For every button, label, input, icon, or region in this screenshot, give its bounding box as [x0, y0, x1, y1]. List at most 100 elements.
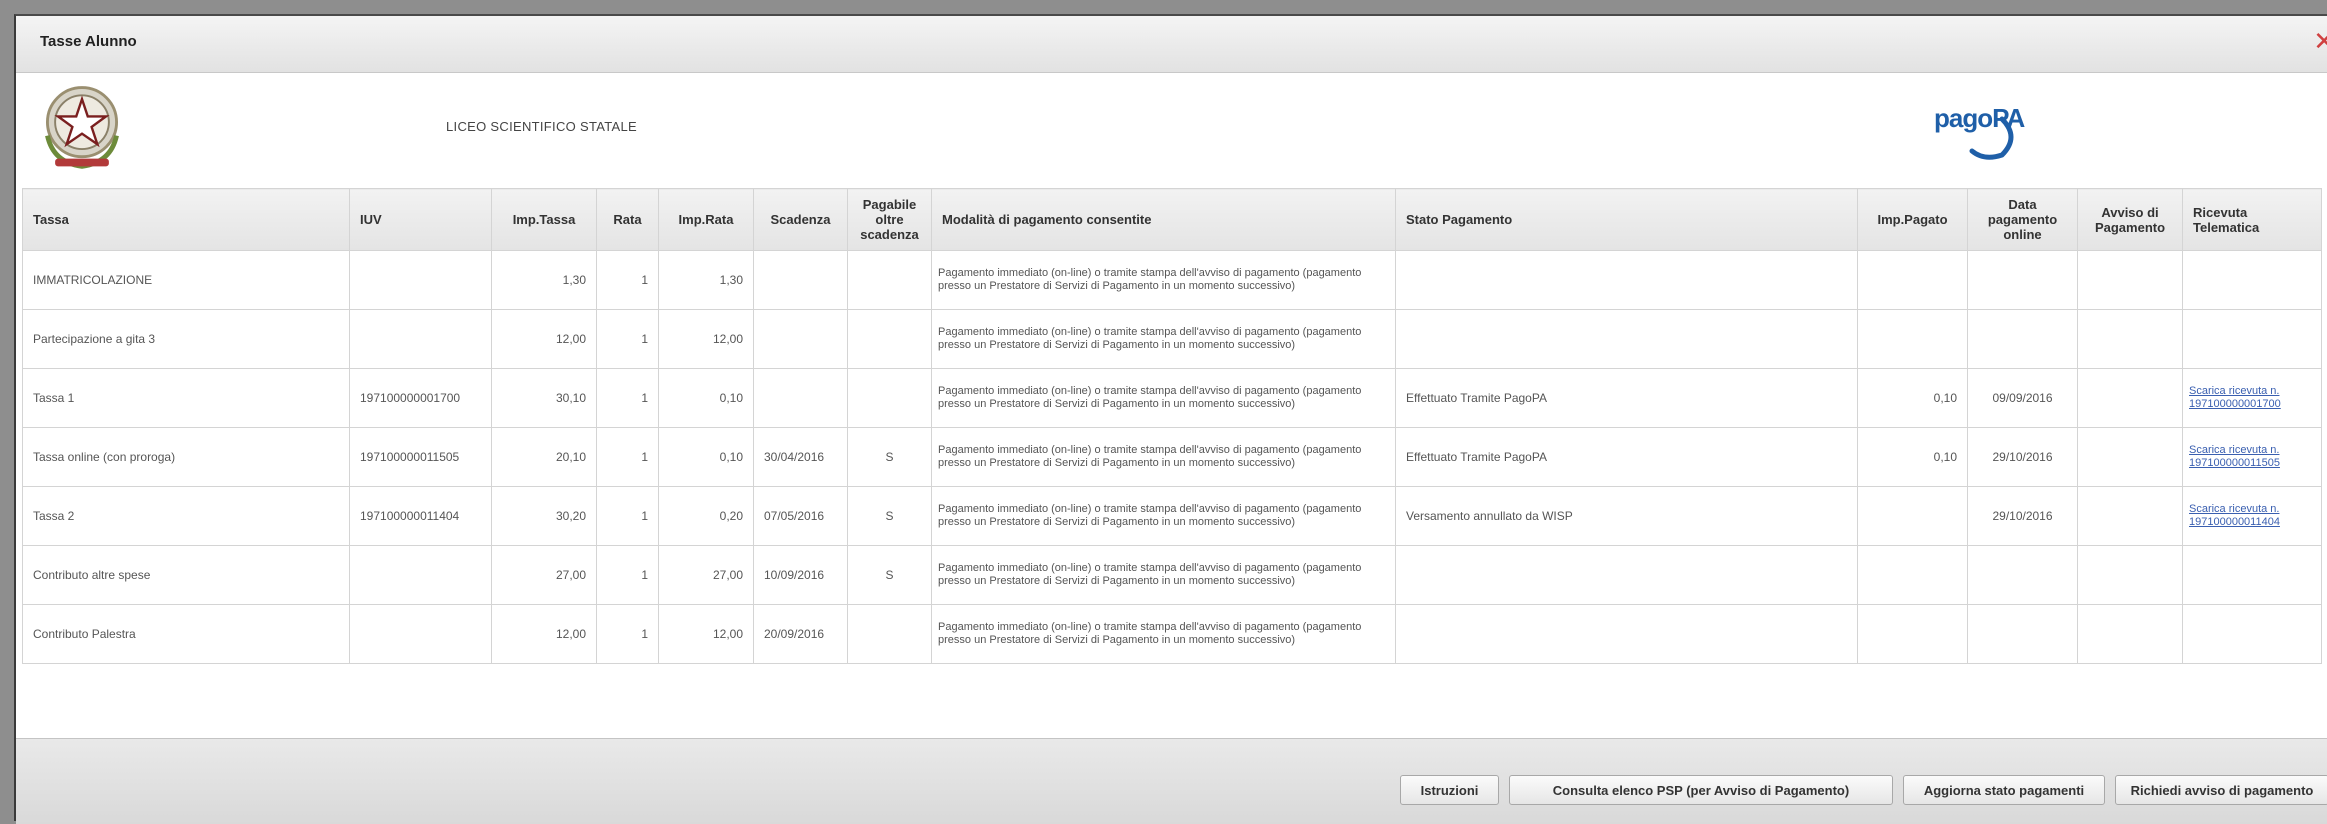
cell-avviso — [2077, 486, 2183, 546]
cell-avviso — [2077, 427, 2183, 487]
cell-rata: 1 — [596, 309, 659, 369]
cell-tassa: Tassa 2 — [22, 486, 350, 546]
cell-data-pagamento — [1967, 309, 2078, 369]
cell-stato: Versamento annullato da WISP — [1395, 486, 1858, 546]
column-header-scadenza[interactable]: Scadenza — [753, 188, 848, 251]
column-header-imp-rata[interactable]: Imp.Rata — [658, 188, 754, 251]
column-header-pagabile-oltre-scadenza[interactable]: Pagabile oltre scadenza — [847, 188, 932, 251]
cell-modalita: Pagamento immediato (on-line) o tramite … — [931, 368, 1396, 428]
cell-oltre-scadenza — [847, 250, 932, 310]
cell-imp-rata: 27,00 — [658, 545, 754, 605]
column-header-data-pagamento[interactable]: Data pagamento online — [1967, 188, 2078, 251]
consulta-elenco-psp-button[interactable]: Consulta elenco PSP (per Avviso di Pagam… — [1509, 775, 1893, 805]
cell-avviso — [2077, 545, 2183, 605]
column-header-iuv[interactable]: IUV — [349, 188, 492, 251]
cell-data-pagamento — [1967, 250, 2078, 310]
cell-avviso — [2077, 250, 2183, 310]
column-header-imp-tassa[interactable]: Imp.Tassa — [491, 188, 597, 251]
close-icon[interactable]: ✕ — [2313, 28, 2327, 54]
table-row[interactable]: Partecipazione a gita 3 12,00 1 12,00 Pa… — [22, 309, 2322, 369]
cell-scadenza — [753, 250, 848, 310]
cell-stato — [1395, 604, 1858, 664]
ricevuta-link[interactable]: Scarica ricevuta n. 197100000001700 — [2182, 368, 2322, 428]
cell-imp-pagato — [1857, 604, 1968, 664]
cell-modalita: Pagamento immediato (on-line) o tramite … — [931, 250, 1396, 310]
dialog-header: LICEO SCIENTIFICO STATALE pagoPA — [16, 72, 2327, 188]
cell-ricevuta — [2182, 309, 2322, 369]
cell-oltre-scadenza — [847, 368, 932, 428]
cell-modalita: Pagamento immediato (on-line) o tramite … — [931, 427, 1396, 487]
cell-oltre-scadenza: S — [847, 486, 932, 546]
cell-ricevuta — [2182, 250, 2322, 310]
pagopa-swoosh-icon — [1969, 116, 2014, 160]
cell-imp-tassa: 12,00 — [491, 309, 597, 369]
cell-tassa: Partecipazione a gita 3 — [22, 309, 350, 369]
cell-imp-pagato: 0,10 — [1857, 427, 1968, 487]
cell-imp-rata: 0,20 — [658, 486, 754, 546]
cell-iuv — [349, 250, 492, 310]
table-header-row: Tassa IUV Imp.Tassa Rata Imp.Rata Scaden… — [22, 188, 2322, 251]
cell-modalita: Pagamento immediato (on-line) o tramite … — [931, 309, 1396, 369]
cell-rata: 1 — [596, 250, 659, 310]
school-name: LICEO SCIENTIFICO STATALE — [446, 119, 637, 134]
column-header-imp-pagato[interactable]: Imp.Pagato — [1857, 188, 1968, 251]
table-row[interactable]: Contributo Palestra 12,00 1 12,00 20/09/… — [22, 604, 2322, 664]
richiedi-avviso-pagamento-button[interactable]: Richiedi avviso di pagamento — [2115, 775, 2327, 805]
column-header-ricevuta[interactable]: Ricevuta Telematica — [2182, 188, 2322, 251]
cell-imp-tassa: 30,20 — [491, 486, 597, 546]
cell-stato — [1395, 250, 1858, 310]
cell-modalita: Pagamento immediato (on-line) o tramite … — [931, 545, 1396, 605]
cell-stato — [1395, 545, 1858, 605]
cell-oltre-scadenza — [847, 309, 932, 369]
ricevuta-link[interactable]: Scarica ricevuta n. 197100000011404 — [2182, 486, 2322, 546]
cell-data-pagamento — [1967, 545, 2078, 605]
cell-imp-tassa: 20,10 — [491, 427, 597, 487]
cell-oltre-scadenza — [847, 604, 932, 664]
cell-imp-pagato: 0,10 — [1857, 368, 1968, 428]
table-row[interactable]: Tassa 1 197100000001700 30,10 1 0,10 Pag… — [22, 368, 2322, 428]
cell-imp-rata: 12,00 — [658, 604, 754, 664]
cell-imp-rata: 0,10 — [658, 368, 754, 428]
tasse-table-container: Tassa IUV Imp.Tassa Rata Imp.Rata Scaden… — [22, 188, 2327, 664]
cell-stato — [1395, 309, 1858, 369]
cell-scadenza: 30/04/2016 — [753, 427, 848, 487]
cell-scadenza: 07/05/2016 — [753, 486, 848, 546]
table-row[interactable]: Tassa online (con proroga) 1971000000115… — [22, 427, 2322, 487]
aggiorna-stato-pagamenti-button[interactable]: Aggiorna stato pagamenti — [1903, 775, 2105, 805]
column-header-avviso[interactable]: Avviso di Pagamento — [2077, 188, 2183, 251]
cell-iuv: 197100000011505 — [349, 427, 492, 487]
pagopa-logo: pagoPA — [1934, 97, 2034, 161]
column-header-stato-pagamento[interactable]: Stato Pagamento — [1395, 188, 1858, 251]
cell-oltre-scadenza: S — [847, 545, 932, 605]
cell-data-pagamento: 29/10/2016 — [1967, 486, 2078, 546]
cell-data-pagamento — [1967, 604, 2078, 664]
table-row[interactable]: Tassa 2 197100000011404 30,20 1 0,20 07/… — [22, 486, 2322, 546]
cell-imp-pagato — [1857, 250, 1968, 310]
cell-iuv — [349, 604, 492, 664]
istruzioni-button[interactable]: Istruzioni — [1400, 775, 1499, 805]
cell-avviso — [2077, 368, 2183, 428]
cell-avviso — [2077, 309, 2183, 369]
cell-rata: 1 — [596, 604, 659, 664]
column-header-modalita[interactable]: Modalità di pagamento consentite — [931, 188, 1396, 251]
cell-scadenza — [753, 309, 848, 369]
cell-scadenza — [753, 368, 848, 428]
cell-rata: 1 — [596, 545, 659, 605]
cell-scadenza: 10/09/2016 — [753, 545, 848, 605]
column-header-rata[interactable]: Rata — [596, 188, 659, 251]
cell-imp-tassa: 12,00 — [491, 604, 597, 664]
cell-ricevuta — [2182, 604, 2322, 664]
cell-imp-tassa: 30,10 — [491, 368, 597, 428]
table-row[interactable]: Contributo altre spese 27,00 1 27,00 10/… — [22, 545, 2322, 605]
table-row[interactable]: IMMATRICOLAZIONE 1,30 1 1,30 Pagamento i… — [22, 250, 2322, 310]
cell-tassa: Tassa online (con proroga) — [22, 427, 350, 487]
cell-modalita: Pagamento immediato (on-line) o tramite … — [931, 486, 1396, 546]
cell-imp-pagato — [1857, 309, 1968, 369]
column-header-tassa[interactable]: Tassa — [22, 188, 350, 251]
cell-iuv — [349, 309, 492, 369]
tasse-alunno-dialog: Tasse Alunno ✕ LICEO SCIENTIFICO STATALE… — [14, 14, 2327, 824]
cell-tassa: Contributo altre spese — [22, 545, 350, 605]
ricevuta-link[interactable]: Scarica ricevuta n. 197100000011505 — [2182, 427, 2322, 487]
cell-tassa: Tassa 1 — [22, 368, 350, 428]
cell-tassa: Contributo Palestra — [22, 604, 350, 664]
